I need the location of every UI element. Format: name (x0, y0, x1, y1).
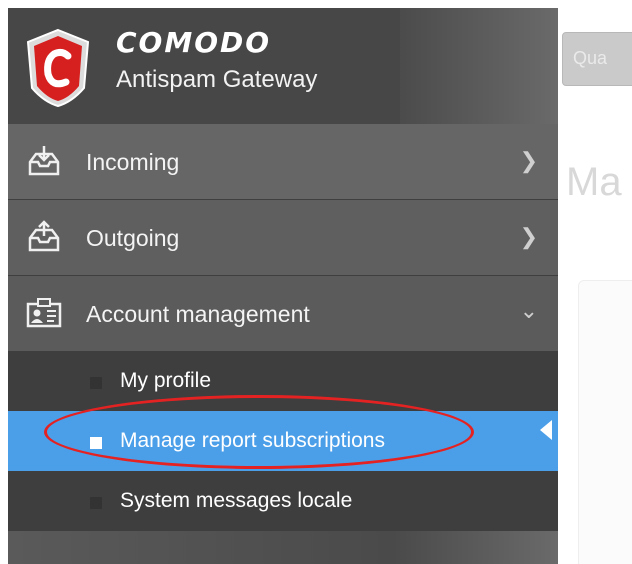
bullet-icon (90, 497, 102, 509)
bullet-icon (90, 437, 102, 449)
logo-area: COMODO Antispam Gateway (8, 8, 400, 124)
main-content: Ma (558, 120, 632, 564)
sidebar-item-account-management[interactable]: Account management ⌄ (8, 276, 558, 351)
chevron-down-icon: ⌄ (519, 298, 538, 323)
sidebar-subitem-manage-report-subscriptions[interactable]: Manage report subscriptions (8, 411, 558, 471)
id-card-icon (26, 298, 62, 328)
inbox-upload-icon (28, 220, 60, 252)
content-panel (578, 280, 632, 564)
sidebar-subitem-my-profile[interactable]: My profile (8, 351, 558, 411)
inbox-download-icon (28, 146, 60, 176)
top-nav-button[interactable]: Qua (562, 32, 632, 86)
sidebar-subitem-label: System messages locale (120, 489, 353, 512)
sidebar-item-label: Account management (86, 301, 310, 327)
sidebar-item-label: Incoming (86, 149, 180, 175)
chevron-right-icon: ❯ (519, 224, 538, 249)
sidebar-subitem-label: My profile (120, 369, 212, 392)
sidebar-subitem-label: Manage report subscriptions (120, 429, 385, 452)
active-pointer-icon (540, 420, 552, 440)
bullet-icon (90, 377, 102, 389)
comodo-logo-icon (26, 28, 90, 108)
sidebar-item-outgoing[interactable]: Outgoing ❯ (8, 200, 558, 276)
top-nav-button-label: Qua (573, 48, 608, 68)
page-title: Ma (566, 160, 622, 204)
chevron-right-icon: ❯ (519, 148, 538, 173)
sidebar-subitem-system-messages-locale[interactable]: System messages locale (8, 471, 558, 531)
product-name: Antispam Gateway (116, 66, 318, 93)
sidebar-item-label: Outgoing (86, 225, 180, 251)
sidebar: COMODO Antispam Gateway Incoming ❯ Outgo… (8, 8, 558, 564)
brand-name: COMODO (116, 26, 272, 59)
sidebar-item-incoming[interactable]: Incoming ❯ (8, 124, 558, 200)
